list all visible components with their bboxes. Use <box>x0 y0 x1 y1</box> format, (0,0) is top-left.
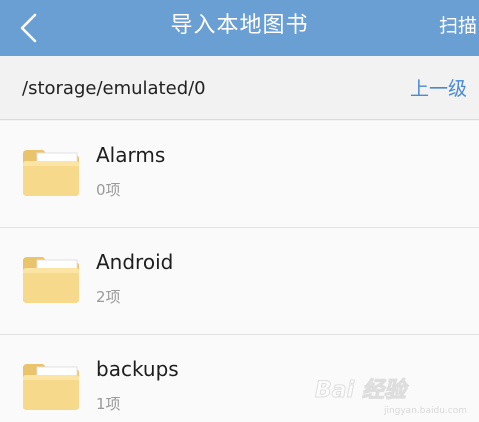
back-button[interactable] <box>0 0 56 56</box>
chevron-left-icon <box>17 12 39 44</box>
folder-row-android[interactable]: Android 2项 <box>0 228 479 335</box>
path-bar: /storage/emulated/0 上一级 <box>0 56 479 120</box>
folder-item-count: 1项 <box>96 395 121 413</box>
folder-item-count: 2项 <box>96 288 121 306</box>
import-local-books-screen: 导入本地图书 扫描 /storage/emulated/0 上一级 Alarms… <box>0 0 479 422</box>
title-bar: 导入本地图书 扫描 <box>0 0 479 56</box>
folder-icon <box>21 253 81 305</box>
folder-list: Alarms 0项 Android 2项 backups 1项 <box>0 121 479 422</box>
parent-directory-button[interactable]: 上一级 <box>410 56 467 120</box>
folder-icon <box>21 360 81 412</box>
folder-item-count: 0项 <box>96 181 121 199</box>
folder-name: Android <box>96 250 174 274</box>
folder-row-alarms[interactable]: Alarms 0项 <box>0 121 479 228</box>
folder-icon <box>21 146 81 198</box>
folder-name: backups <box>96 357 179 381</box>
folder-row-backups[interactable]: backups 1项 <box>0 335 479 422</box>
scan-button[interactable]: 扫描 <box>439 0 477 56</box>
current-path: /storage/emulated/0 <box>22 78 206 99</box>
page-title: 导入本地图书 <box>170 13 309 38</box>
folder-name: Alarms <box>96 143 166 167</box>
